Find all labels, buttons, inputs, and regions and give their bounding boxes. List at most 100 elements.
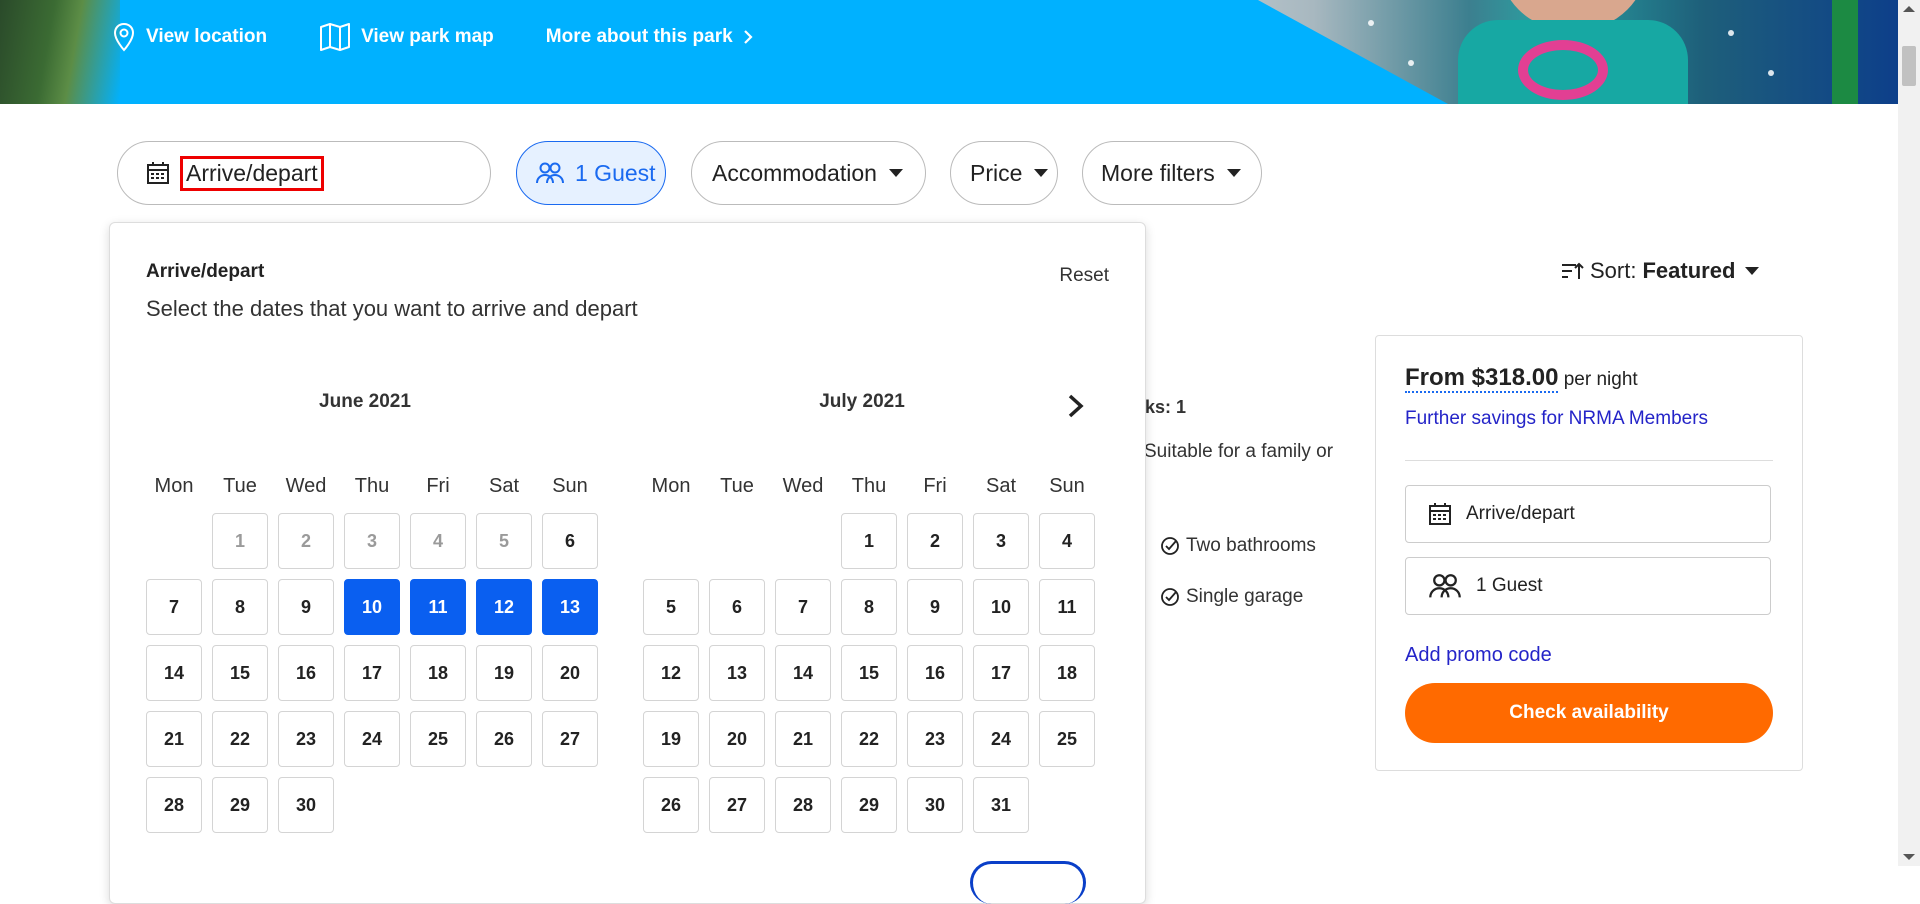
calendar-day[interactable]: 31 [973,777,1029,833]
sort-value: Featured [1642,258,1736,283]
calendar-day[interactable]: 15 [212,645,268,701]
feature-label: Single garage [1186,586,1304,607]
calendar-day[interactable]: 24 [344,711,400,767]
feature-label: Two bathrooms [1186,535,1316,556]
more-about-park-link[interactable]: More about this park [546,26,753,48]
calendar-day[interactable]: 19 [476,645,532,701]
calendar-day[interactable]: 8 [841,579,897,635]
hero-banner: View location View park map More about t… [0,0,1898,104]
price-filter-button[interactable]: Price [950,141,1058,205]
calendar-day[interactable]: 3 [973,513,1029,569]
calendar-day: 2 [278,513,334,569]
calendar-day[interactable]: 19 [643,711,699,767]
weekday-label: Thu [851,475,887,497]
weekday-label: Tue [223,475,257,497]
calendar-day[interactable]: 20 [709,711,765,767]
calendar-day[interactable]: 16 [907,645,963,701]
guests-filter-label: 1 Guest [575,159,656,186]
calendar-day[interactable]: 18 [1039,645,1095,701]
nrma-savings-link[interactable]: Further savings for NRMA Members [1405,408,1708,430]
done-button[interactable] [970,861,1086,904]
calendar-day[interactable]: 15 [841,645,897,701]
calendar-day[interactable]: 9 [907,579,963,635]
calendar-day[interactable]: 5 [643,579,699,635]
calendar-day[interactable]: 29 [212,777,268,833]
calendar-day[interactable]: 9 [278,579,334,635]
weekday-label: Thu [354,475,390,497]
booking-guests-field[interactable]: 1 Guest [1405,557,1771,615]
booking-guests-label: 1 Guest [1476,575,1543,596]
calendar-day[interactable]: 23 [278,711,334,767]
scroll-up-arrow-icon[interactable] [1903,6,1915,12]
calendar-day[interactable]: 28 [146,777,202,833]
calendar-day[interactable]: 27 [709,777,765,833]
view-park-map-link[interactable]: View park map [319,22,494,52]
calendar-day[interactable]: 7 [146,579,202,635]
calendar-day[interactable]: 21 [146,711,202,767]
chevron-right-icon [743,30,753,44]
weekday-label: Sat [488,475,520,497]
calendar-day[interactable]: 18 [410,645,466,701]
calendar-day[interactable]: 10 [344,579,400,635]
sort-dropdown[interactable]: Sort: Featured [1560,258,1760,284]
calendar-day[interactable]: 13 [542,579,598,635]
view-location-link[interactable]: View location [112,22,267,52]
calendar-day[interactable]: 6 [709,579,765,635]
month-title-july: July 2021 [819,391,905,412]
guests-filter-button[interactable]: 1 Guest [516,141,666,205]
guests-icon [536,162,564,184]
map-icon [320,23,351,51]
calendar-day[interactable]: 17 [344,645,400,701]
calendar-day: 4 [410,513,466,569]
calendar-day[interactable]: 27 [542,711,598,767]
calendar-day[interactable]: 12 [643,645,699,701]
listing-description-text: Suitable for a family or [1144,441,1334,462]
booking-dates-field[interactable]: Arrive/depart [1405,485,1771,543]
calendar-day[interactable]: 17 [973,645,1029,701]
calendar-day[interactable]: 13 [709,645,765,701]
weekday-label: Sun [552,475,588,497]
calendar-day[interactable]: 8 [212,579,268,635]
calendar-icon [1429,503,1451,525]
calendar-day[interactable]: 6 [542,513,598,569]
calendar-day[interactable]: 7 [775,579,831,635]
calendar-day[interactable]: 12 [476,579,532,635]
calendar-day[interactable]: 11 [410,579,466,635]
calendar-day[interactable]: 2 [907,513,963,569]
scroll-down-arrow-icon[interactable] [1903,854,1915,860]
calendar-day[interactable]: 14 [775,645,831,701]
check-availability-button[interactable]: Check availability [1405,683,1773,743]
calendar-day[interactable]: 14 [146,645,202,701]
calendar-day[interactable]: 4 [1039,513,1095,569]
add-promo-code-link[interactable]: Add promo code [1405,644,1552,667]
calendar-day[interactable]: 23 [907,711,963,767]
weekday-label: Wed [285,475,327,497]
calendar-day[interactable]: 26 [476,711,532,767]
calendar-day[interactable]: 30 [278,777,334,833]
calendar-day[interactable]: 28 [775,777,831,833]
calendar-day[interactable]: 21 [775,711,831,767]
calendar-day[interactable]: 25 [410,711,466,767]
hero-foliage-image [0,0,120,104]
calendar-day[interactable]: 20 [542,645,598,701]
calendar-day[interactable]: 25 [1039,711,1095,767]
accommodation-filter-button[interactable]: Accommodation [691,141,926,205]
calendar-day[interactable]: 30 [907,777,963,833]
reset-button[interactable]: Reset [1059,265,1109,287]
dates-filter-button[interactable]: Arrive/depart [117,141,491,205]
scroll-thumb[interactable] [1902,46,1916,86]
calendar-day[interactable]: 24 [973,711,1029,767]
calendar-day[interactable]: 11 [1039,579,1095,635]
calendar-day[interactable]: 10 [973,579,1029,635]
next-month-arrow-icon[interactable] [1066,393,1086,419]
calendar-day[interactable]: 16 [278,645,334,701]
more-filters-button[interactable]: More filters [1082,141,1262,205]
calendar-day[interactable]: 22 [212,711,268,767]
page-scrollbar[interactable] [1898,0,1920,866]
calendar-day[interactable]: 26 [643,777,699,833]
calendar-day[interactable]: 22 [841,711,897,767]
divider [1405,460,1773,461]
calendar-day[interactable]: 29 [841,777,897,833]
check-circle-icon [1161,537,1179,555]
calendar-day[interactable]: 1 [841,513,897,569]
